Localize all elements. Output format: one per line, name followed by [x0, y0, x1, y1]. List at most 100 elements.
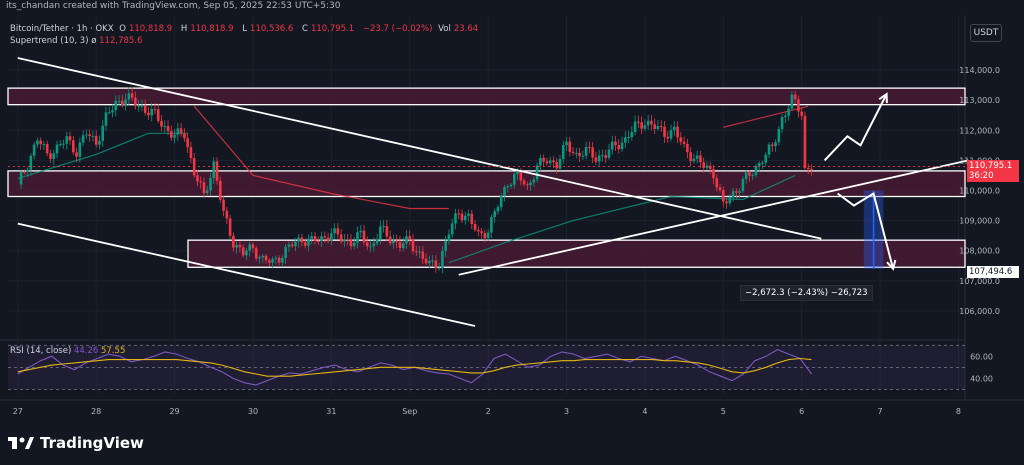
y-tick-label: 110,000.0	[959, 186, 1000, 195]
symbol-name[interactable]: Bitcoin/Tether · 1h · OKX	[10, 24, 114, 34]
candle-body	[310, 236, 314, 239]
candle-body	[470, 213, 474, 224]
candle-body	[689, 152, 692, 162]
candle-body	[388, 236, 392, 244]
candle-body	[421, 251, 425, 259]
candle-body	[300, 237, 304, 243]
candle-body	[441, 250, 444, 268]
candle-body	[98, 140, 101, 145]
candle-body	[512, 174, 516, 185]
candle-body	[418, 251, 421, 253]
candle-body	[666, 136, 670, 139]
x-tick-label: 4	[642, 407, 647, 416]
target-price-tag: 107,494.6	[967, 266, 1019, 278]
candle-body	[303, 242, 307, 246]
x-tick-label: 5	[721, 407, 726, 416]
candle-body	[640, 122, 643, 129]
change-value: −23.7 (−0.02%)	[362, 24, 433, 34]
candle-body	[630, 131, 634, 138]
candle-body	[248, 244, 251, 251]
candle-body	[741, 178, 745, 192]
candle-body	[787, 108, 790, 116]
candle-body	[607, 149, 611, 158]
candle-body	[627, 137, 630, 139]
candle-body	[75, 152, 78, 157]
candle-body	[267, 260, 271, 263]
candle-body	[633, 121, 637, 132]
candle-body	[695, 155, 699, 159]
y-tick-label: 114,000.0	[959, 66, 1000, 75]
x-tick-label: 2	[486, 407, 491, 416]
candle-body	[803, 115, 807, 169]
candle-body	[241, 247, 245, 256]
candle-body	[744, 172, 748, 179]
candle-body	[454, 213, 457, 224]
supertrend-value: 112,785.6	[99, 36, 143, 46]
candle-body	[117, 100, 121, 102]
candle-body	[594, 157, 598, 162]
candle-body	[463, 215, 467, 221]
candle-body	[170, 131, 173, 138]
supertrend-label: Supertrend (10, 3)	[10, 36, 89, 46]
candle-body	[238, 244, 242, 248]
low-value: 110,536.6	[250, 24, 294, 34]
candle-body	[287, 244, 291, 247]
candle-body	[369, 246, 372, 248]
candle-body	[646, 120, 650, 126]
candle-body	[539, 157, 542, 166]
candle-body	[637, 121, 640, 123]
candle-body	[134, 97, 137, 106]
support-resistance-zone	[7, 87, 966, 106]
candle-body	[777, 129, 781, 143]
candle-body	[395, 240, 398, 242]
candle-body	[352, 242, 356, 247]
candle-body	[460, 213, 464, 221]
candle-body	[346, 239, 349, 241]
x-tick-label: 28	[91, 407, 101, 416]
candle-body	[140, 105, 144, 107]
price-chart[interactable]: 106,000.0 107,000.0 108,000.0 109,000.0 110,…	[0, 0, 1024, 465]
candle-body	[254, 248, 258, 259]
candle-body	[506, 186, 510, 188]
candle-body	[800, 111, 803, 116]
rsi-legend[interactable]: RSI (14, close) 44.26 57.55	[10, 346, 125, 356]
currency-unit-button[interactable]: USDT	[970, 24, 1002, 42]
candle-body	[437, 267, 441, 269]
candle-body	[228, 218, 232, 236]
y-tick-label: 107,000.0	[959, 277, 1000, 286]
x-tick-label: 27	[13, 407, 23, 416]
close-label: C	[302, 24, 308, 34]
candle-body	[624, 137, 627, 143]
candle-body	[568, 141, 572, 152]
candle-body	[107, 112, 111, 114]
rsi-tick-label: 60.00	[970, 352, 993, 361]
candle-body	[39, 140, 42, 145]
candle-body	[245, 250, 248, 256]
candle-body	[725, 201, 728, 204]
candle-body	[522, 180, 526, 185]
candle-body	[294, 241, 297, 247]
supertrend-legend[interactable]: Supertrend (10, 3) ø 112,785.6	[10, 36, 142, 46]
candle-body	[222, 199, 225, 211]
candle-body	[496, 207, 500, 212]
candle-body	[81, 135, 85, 143]
candle-body	[728, 197, 732, 204]
candle-body	[529, 182, 532, 185]
vol-value: 23.64	[453, 24, 479, 34]
candle-body	[91, 135, 95, 137]
candle-body	[535, 165, 539, 180]
tradingview-logo[interactable]: TradingView	[8, 434, 144, 452]
candle-body	[414, 251, 418, 253]
candle-body	[215, 161, 219, 181]
candle-body	[94, 135, 98, 145]
candle-body	[78, 142, 82, 157]
candle-body	[555, 162, 559, 169]
candle-body	[45, 144, 49, 154]
y-tick-label: 109,000.0	[959, 217, 1000, 226]
candle-body	[793, 94, 797, 100]
y-tick-label: 112,000.0	[959, 126, 1000, 135]
candle-body	[111, 110, 114, 113]
candle-body	[735, 191, 738, 193]
candle-body	[757, 163, 761, 166]
candle-body	[19, 171, 23, 185]
